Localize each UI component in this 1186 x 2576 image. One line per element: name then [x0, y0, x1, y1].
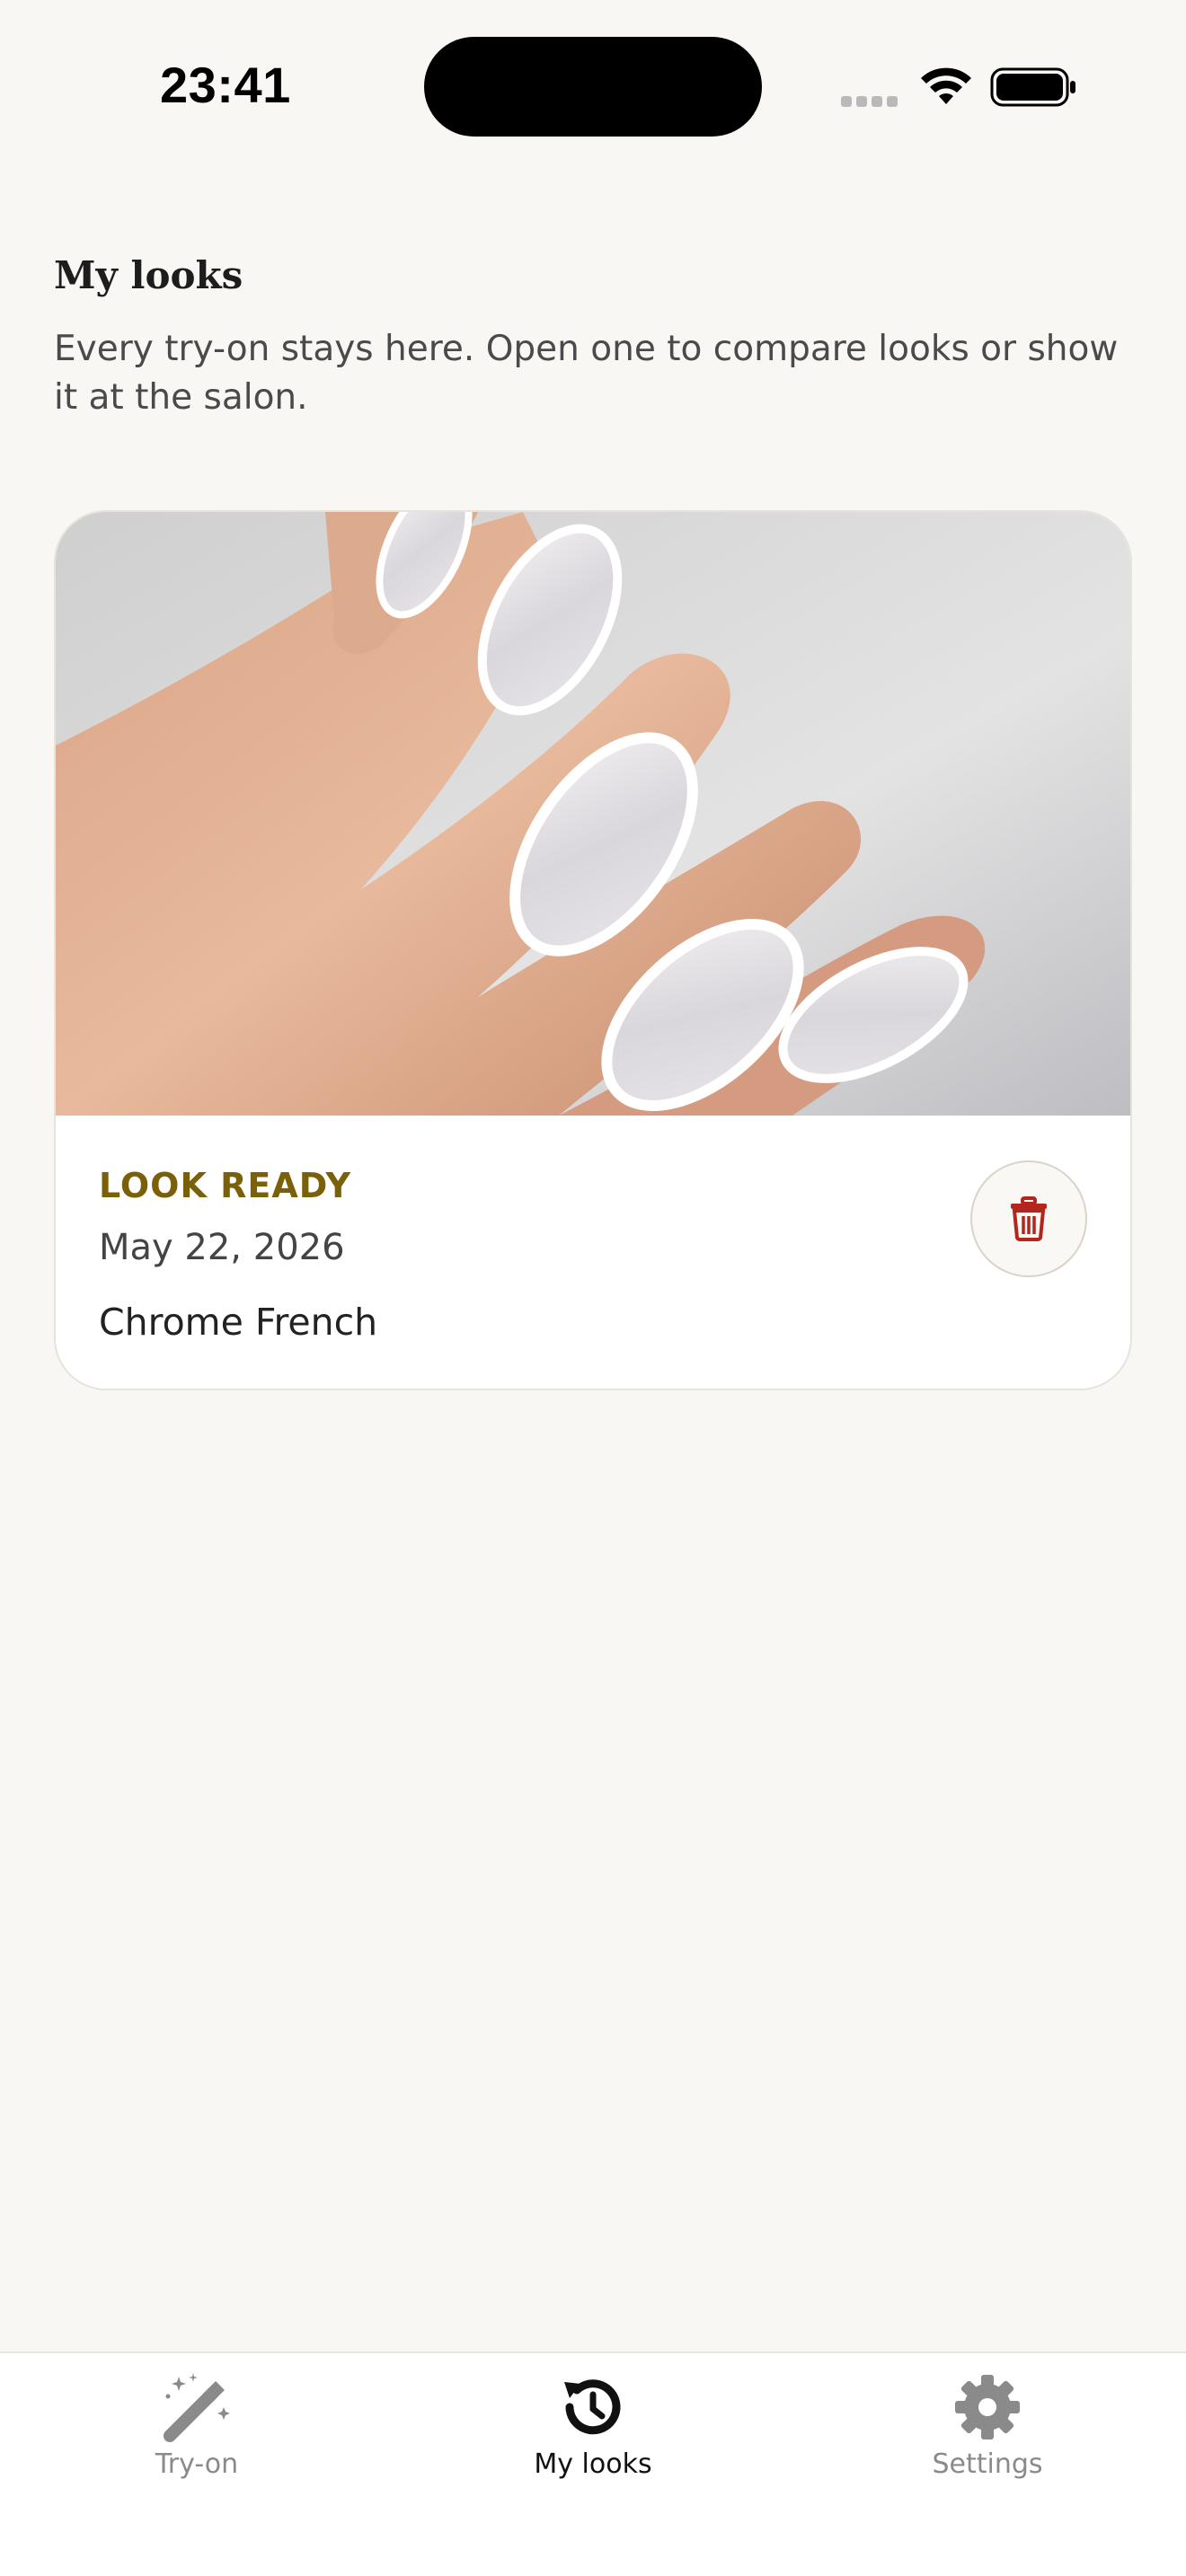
status-time: 23:41: [160, 57, 291, 113]
look-name: Chrome French: [99, 1301, 378, 1344]
tab-bar: Try-on My looks Settings: [0, 2351, 1186, 2576]
magic-wand-icon: [164, 2373, 230, 2442]
page-subtitle: Every try-on stays here. Open one to com…: [54, 329, 1119, 418]
look-photo[interactable]: [56, 512, 1130, 1116]
delete-look-button[interactable]: [970, 1160, 1087, 1277]
tab-settings[interactable]: Settings: [853, 2371, 1122, 2488]
battery-icon: [990, 67, 1075, 107]
page-title: My looks: [54, 253, 243, 297]
tab-try-on[interactable]: Try-on: [62, 2371, 332, 2488]
wifi-icon: [921, 67, 971, 104]
cellular-signal-icon: [841, 93, 902, 110]
look-status-label: LOOK READY: [99, 1166, 352, 1205]
history-icon: [564, 2379, 621, 2435]
tab-label-settings: Settings: [932, 2448, 1043, 2480]
gear-icon: [955, 2375, 1020, 2439]
tab-label-my-looks: My looks: [534, 2448, 652, 2480]
look-date: May 22, 2026: [99, 1227, 345, 1268]
dynamic-island: [424, 37, 762, 137]
tab-label-try-on: Try-on: [155, 2448, 239, 2480]
tab-my-looks[interactable]: My looks: [458, 2371, 728, 2488]
my-looks-screen: 23:41 My looks Every try-on stays here. …: [0, 0, 1186, 2576]
look-card[interactable]: LOOK READY May 22, 2026 Chrome French: [54, 510, 1132, 1390]
status-bar: 23:41: [0, 0, 1186, 171]
trash-icon: [1011, 1196, 1047, 1241]
